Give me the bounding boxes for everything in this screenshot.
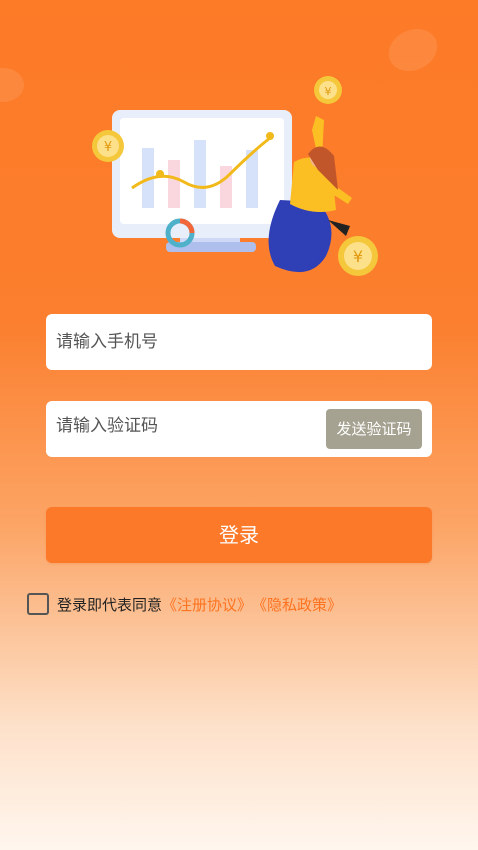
- decorative-blob: [0, 68, 24, 102]
- send-code-button[interactable]: 发送验证码: [326, 409, 422, 449]
- verification-code-field[interactable]: 发送验证码: [46, 398, 432, 457]
- agreement-checkbox[interactable]: [27, 593, 49, 615]
- phone-input[interactable]: [56, 314, 416, 370]
- svg-text:¥: ¥: [353, 247, 363, 266]
- login-screen: ¥ ¥ ¥ 发送验证码 登录 登录即代表同意: [0, 0, 478, 850]
- agreement-text: 登录即代表同意: [57, 595, 163, 614]
- svg-text:¥: ¥: [104, 140, 112, 155]
- phone-field[interactable]: [46, 314, 432, 370]
- verification-code-input[interactable]: [56, 398, 306, 454]
- login-button[interactable]: 登录: [46, 507, 432, 563]
- agreement-row: 登录即代表同意 《注册协议》 《隐私政策》: [27, 592, 342, 616]
- svg-text:¥: ¥: [325, 85, 332, 98]
- privacy-link[interactable]: 《隐私政策》: [252, 594, 342, 615]
- terms-link[interactable]: 《注册协议》: [162, 594, 252, 615]
- coin-icon: ¥: [338, 236, 378, 276]
- coin-icon: ¥: [92, 130, 124, 162]
- hero-illustration: ¥ ¥ ¥: [92, 76, 378, 276]
- coin-icon: ¥: [314, 76, 342, 104]
- monitor-icon: [112, 110, 292, 252]
